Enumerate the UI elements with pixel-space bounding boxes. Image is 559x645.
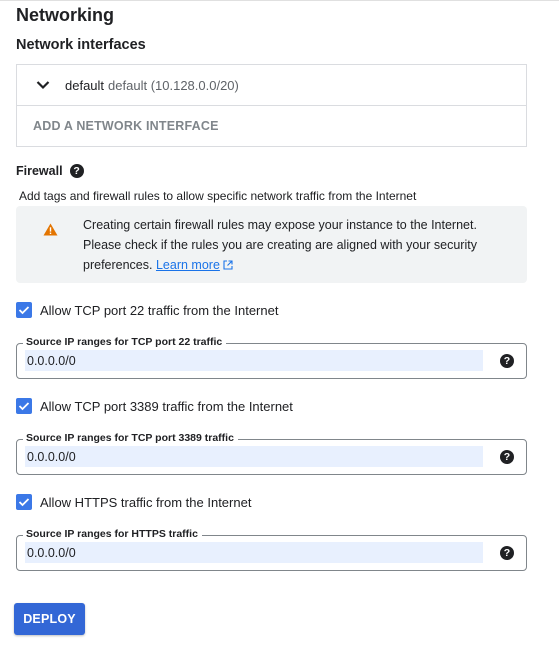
learn-more-link[interactable]: Learn more (156, 258, 220, 272)
allow-tcp-22-checkbox-row[interactable]: Allow TCP port 22 traffic from the Inter… (16, 302, 278, 318)
network-interfaces-title: Network interfaces (16, 37, 146, 53)
allow-tcp-3389-checkbox[interactable] (16, 398, 32, 414)
interface-name: default (65, 77, 105, 93)
allow-tcp-22-label: Allow TCP port 22 traffic from the Inter… (40, 302, 279, 318)
network-interfaces-list: default default (10.128.0.0/20) ADD A NE… (16, 64, 527, 147)
tcp-22-source-ip-field: Source IP ranges for TCP port 22 traffic… (16, 336, 527, 379)
allow-tcp-22-checkbox[interactable] (16, 302, 32, 318)
network-interface-default[interactable]: default default (10.128.0.0/20) (17, 65, 526, 106)
help-icon[interactable]: ? (500, 450, 514, 464)
help-icon[interactable]: ? (500, 546, 514, 560)
allow-tcp-3389-checkbox-row[interactable]: Allow TCP port 3389 traffic from the Int… (16, 398, 293, 414)
firewall-heading: Firewall ? (16, 164, 84, 178)
tcp-22-source-ip-label: Source IP ranges for TCP port 22 traffic (23, 336, 227, 348)
allow-https-checkbox-row[interactable]: Allow HTTPS traffic from the Internet (16, 494, 251, 510)
help-icon[interactable]: ? (500, 354, 514, 368)
tcp-3389-source-ip-input[interactable] (25, 446, 483, 467)
firewall-title: Firewall (16, 164, 63, 178)
https-source-ip-label: Source IP ranges for HTTPS traffic (23, 528, 202, 540)
interface-detail: default (10.128.0.0/20) (108, 77, 239, 93)
top-divider (0, 0, 559, 1)
section-title: Networking (16, 5, 115, 25)
firewall-description: Add tags and firewall rules to allow spe… (19, 189, 417, 203)
help-icon[interactable]: ? (69, 164, 84, 178)
https-source-ip-input[interactable] (25, 542, 483, 563)
add-network-interface-button[interactable]: ADD A NETWORK INTERFACE (17, 106, 526, 146)
tcp-3389-source-ip-label: Source IP ranges for TCP port 3389 traff… (23, 432, 238, 444)
warning-message: Creating certain firewall rules may expo… (83, 218, 477, 272)
deploy-button[interactable]: DEPLOY (14, 603, 85, 635)
allow-https-label: Allow HTTPS traffic from the Internet (40, 494, 252, 510)
warning-icon (43, 223, 58, 241)
https-source-ip-field: Source IP ranges for HTTPS traffic ? (16, 528, 527, 571)
allow-https-checkbox[interactable] (16, 494, 32, 510)
tcp-3389-source-ip-field: Source IP ranges for TCP port 3389 traff… (16, 432, 527, 475)
allow-tcp-3389-label: Allow TCP port 3389 traffic from the Int… (40, 398, 293, 414)
warning-text: Creating certain firewall rules may expo… (83, 215, 513, 275)
chevron-down-icon[interactable] (35, 77, 51, 93)
firewall-warning-banner: Creating certain firewall rules may expo… (16, 206, 527, 283)
tcp-22-source-ip-input[interactable] (25, 350, 483, 371)
external-link-icon (223, 256, 233, 270)
